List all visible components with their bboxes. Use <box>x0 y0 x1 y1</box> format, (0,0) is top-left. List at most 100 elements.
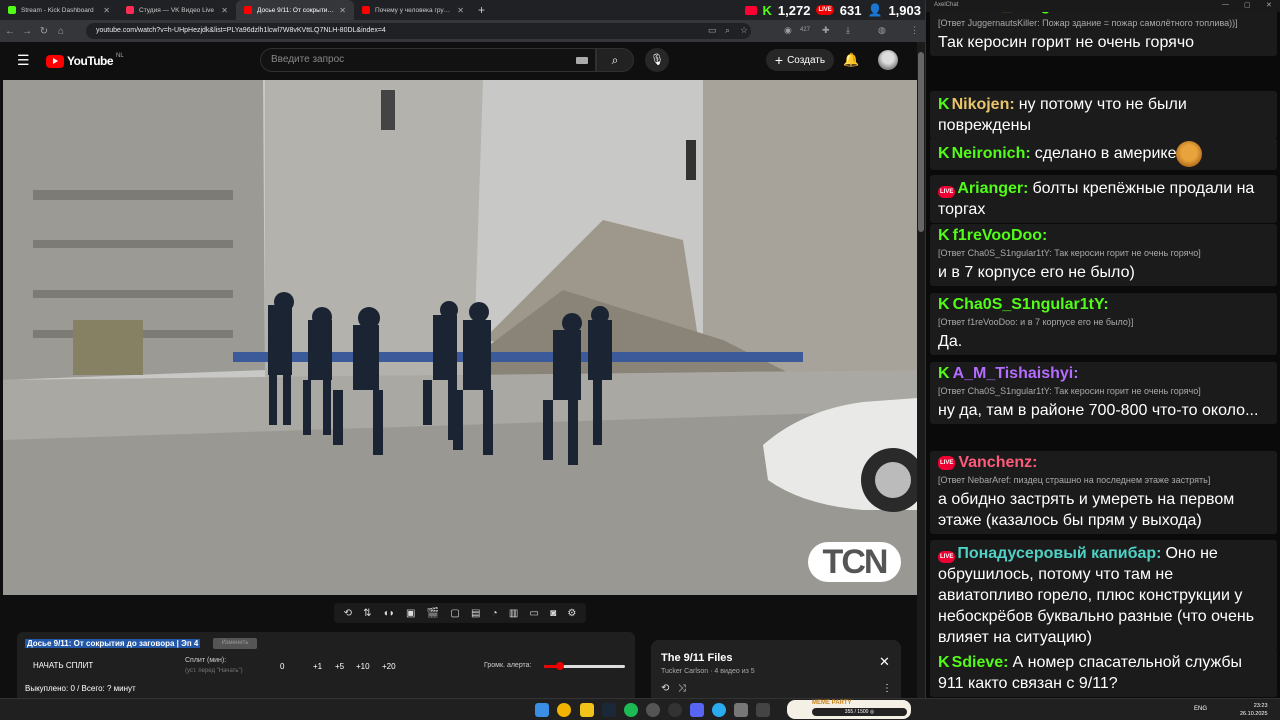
discord-icon[interactable] <box>690 703 704 717</box>
chat-message: K Neironich: сделано в америке <box>930 138 1277 170</box>
youtube-icon <box>744 5 757 15</box>
home-icon[interactable]: ⌂ <box>54 26 68 37</box>
hamburger-menu-icon[interactable]: ☰ <box>17 53 31 67</box>
add-5-button[interactable]: +5 <box>335 662 344 671</box>
forward-icon[interactable]: → <box>20 26 34 37</box>
chat-username[interactable]: A_M_Tishaishyi: <box>953 365 1079 383</box>
back-icon[interactable]: ← <box>3 26 17 37</box>
menu-icon[interactable]: ⋮ <box>910 25 919 36</box>
language-indicator[interactable]: ENG <box>1194 706 1207 712</box>
close-icon[interactable]: ✕ <box>457 6 464 15</box>
split-edit-button[interactable]: Изменить <box>213 638 257 649</box>
time: 23:23 <box>1253 703 1268 709</box>
alert-volume-handle[interactable] <box>556 662 565 670</box>
total-viewers: 1,903 <box>888 2 921 18</box>
close-icon[interactable]: ✕ <box>1266 1 1272 9</box>
chat-username[interactable]: f1reVooDoo: <box>953 227 1048 245</box>
search-button[interactable]: ⌕ <box>596 48 634 72</box>
tab-youtube-why[interactable]: Почему у человека грустно и ✕ <box>354 0 472 20</box>
tab-title: Студия — VK Видео Live <box>139 6 215 14</box>
playlist-title[interactable]: The 9/11 Files <box>661 652 733 664</box>
chat-username[interactable]: Sdieve: <box>952 654 1009 671</box>
cinema-icon[interactable]: ▥ <box>509 608 518 619</box>
start-split-button[interactable]: НАЧАТЬ СПЛИТ <box>33 661 93 670</box>
fullscreen-icon[interactable]: ▭ <box>529 608 538 619</box>
audio-icon[interactable]: ◖◗ <box>383 608 395 619</box>
add-10-button[interactable]: +10 <box>356 662 370 671</box>
create-label: Создать <box>787 54 826 66</box>
video-player[interactable] <box>3 80 917 595</box>
tab-youtube-dossier[interactable]: Досье 9/11: От сокрытия д ✕ <box>236 0 354 20</box>
close-icon[interactable]: ✕ <box>103 6 110 15</box>
chat-username[interactable]: Arianger: <box>957 180 1028 197</box>
youtube-icon <box>46 54 64 68</box>
sort-icon[interactable]: ⇅ <box>363 608 371 619</box>
maximize-icon[interactable]: ▢ <box>1244 1 1251 9</box>
app-icon[interactable] <box>734 703 748 717</box>
shuffle-icon[interactable]: ⤨ <box>678 683 686 694</box>
close-icon[interactable]: ✕ <box>221 6 228 15</box>
kick-icon: K <box>762 2 772 18</box>
chat-username[interactable]: Nikojen: <box>952 96 1015 113</box>
address-bar: ← → ↻ ⌂ youtube.com/watch?v=h-UHpHezjdk&… <box>0 20 925 42</box>
spotify-icon[interactable] <box>624 703 638 717</box>
tab-vk-studio[interactable]: Студия — VK Видео Live ✕ <box>118 0 236 20</box>
search-input[interactable]: Введите запрос <box>260 48 596 72</box>
notifications-bell-icon[interactable]: 🔔 <box>843 52 859 68</box>
chat-username[interactable]: Vanchenz: <box>958 454 1037 472</box>
telegram-icon[interactable] <box>712 703 726 717</box>
clock[interactable]: 23:23 26.10.2025 <box>1240 702 1268 718</box>
loop-icon[interactable]: ⟲ <box>661 683 669 694</box>
new-tab-button[interactable]: + <box>478 3 485 17</box>
tab-kick-dashboard[interactable]: Stream - Kick Dashboard ✕ <box>0 0 118 20</box>
app-icon[interactable] <box>756 703 770 717</box>
subtitles-icon[interactable]: ▤ <box>471 608 480 619</box>
chat-username[interactable]: Понадусеровый капибар: <box>957 545 1161 562</box>
playlist-card: The 9/11 Files Tucker Carlson · 4 видео … <box>651 640 901 698</box>
puzzle-icon[interactable]: ✚ <box>822 25 830 36</box>
chat-reply-quote: [Ответ JuggernautsKiller: Пожар здание =… <box>938 18 1238 28</box>
scrollbar-thumb[interactable] <box>918 52 924 232</box>
chat-message-text: Да. <box>938 333 963 350</box>
youtube-logo[interactable]: YouTube NL <box>46 53 124 68</box>
keyboard-icon[interactable] <box>576 57 588 64</box>
chat-username[interactable]: Cha0S_S1ngular1tY: <box>953 296 1109 314</box>
folder-icon[interactable] <box>580 703 594 717</box>
date: 26.10.2025 <box>1240 711 1268 717</box>
picture-in-picture-icon[interactable]: ▢ <box>450 608 459 619</box>
download-icon[interactable]: ⤓ <box>846 25 850 36</box>
steam-icon[interactable] <box>602 703 616 717</box>
playlist-controls: ⟲ ⤨ <box>661 683 686 694</box>
profile-icon[interactable]: ◍ <box>878 25 886 36</box>
chrome-icon[interactable] <box>557 703 571 717</box>
close-icon[interactable]: ✕ <box>879 654 890 670</box>
video-toolbar: ⟲ ⇅ ◖◗ ▣ 🎬 ▢ ▤ ◔ ▥ ▭ ◙ ⚙ <box>334 603 586 623</box>
url-field[interactable]: youtube.com/watch?v=h-UHpHezjdk&list=PLY… <box>86 23 751 39</box>
reload-icon[interactable]: ↻ <box>37 26 51 37</box>
gear-icon[interactable]: ⚙ <box>567 608 576 619</box>
more-icon[interactable]: ⋮ <box>882 683 892 694</box>
chat-reply-quote: [Ответ Cha0S_S1ngular1tY: Так керосин го… <box>938 386 1201 396</box>
vk-live-icon: LIVE <box>938 551 956 563</box>
screenshot-icon[interactable]: ◙ <box>550 608 556 619</box>
add-20-button[interactable]: +20 <box>382 662 396 671</box>
voice-search-button[interactable]: 🎙 <box>645 48 669 72</box>
minimize-icon[interactable]: — <box>1222 1 1229 8</box>
loop-icon[interactable]: ⟲ <box>344 608 352 619</box>
create-button[interactable]: + Создать <box>766 49 834 71</box>
clapper-icon[interactable]: 🎬 <box>427 608 439 619</box>
avatar[interactable] <box>878 50 898 70</box>
video-settings-icon[interactable]: ▣ <box>406 608 415 619</box>
add-1-button[interactable]: +1 <box>313 662 322 671</box>
star-icon[interactable]: ☆ <box>740 25 748 36</box>
extension-icon[interactable]: ◉ <box>784 25 792 36</box>
speed-icon[interactable]: ◔ <box>492 608 498 619</box>
windows-start-icon[interactable] <box>535 703 549 717</box>
obs-icon[interactable] <box>668 703 682 717</box>
cast-icon[interactable]: ▭ <box>708 25 717 36</box>
zoom-icon[interactable]: ⌕ <box>725 25 730 36</box>
chat-username[interactable]: Neironich: <box>952 145 1031 162</box>
app-icon[interactable] <box>646 703 660 717</box>
meme-party-progress: 355 / 1500 ◎ <box>812 708 907 716</box>
close-icon[interactable]: ✕ <box>339 6 346 15</box>
